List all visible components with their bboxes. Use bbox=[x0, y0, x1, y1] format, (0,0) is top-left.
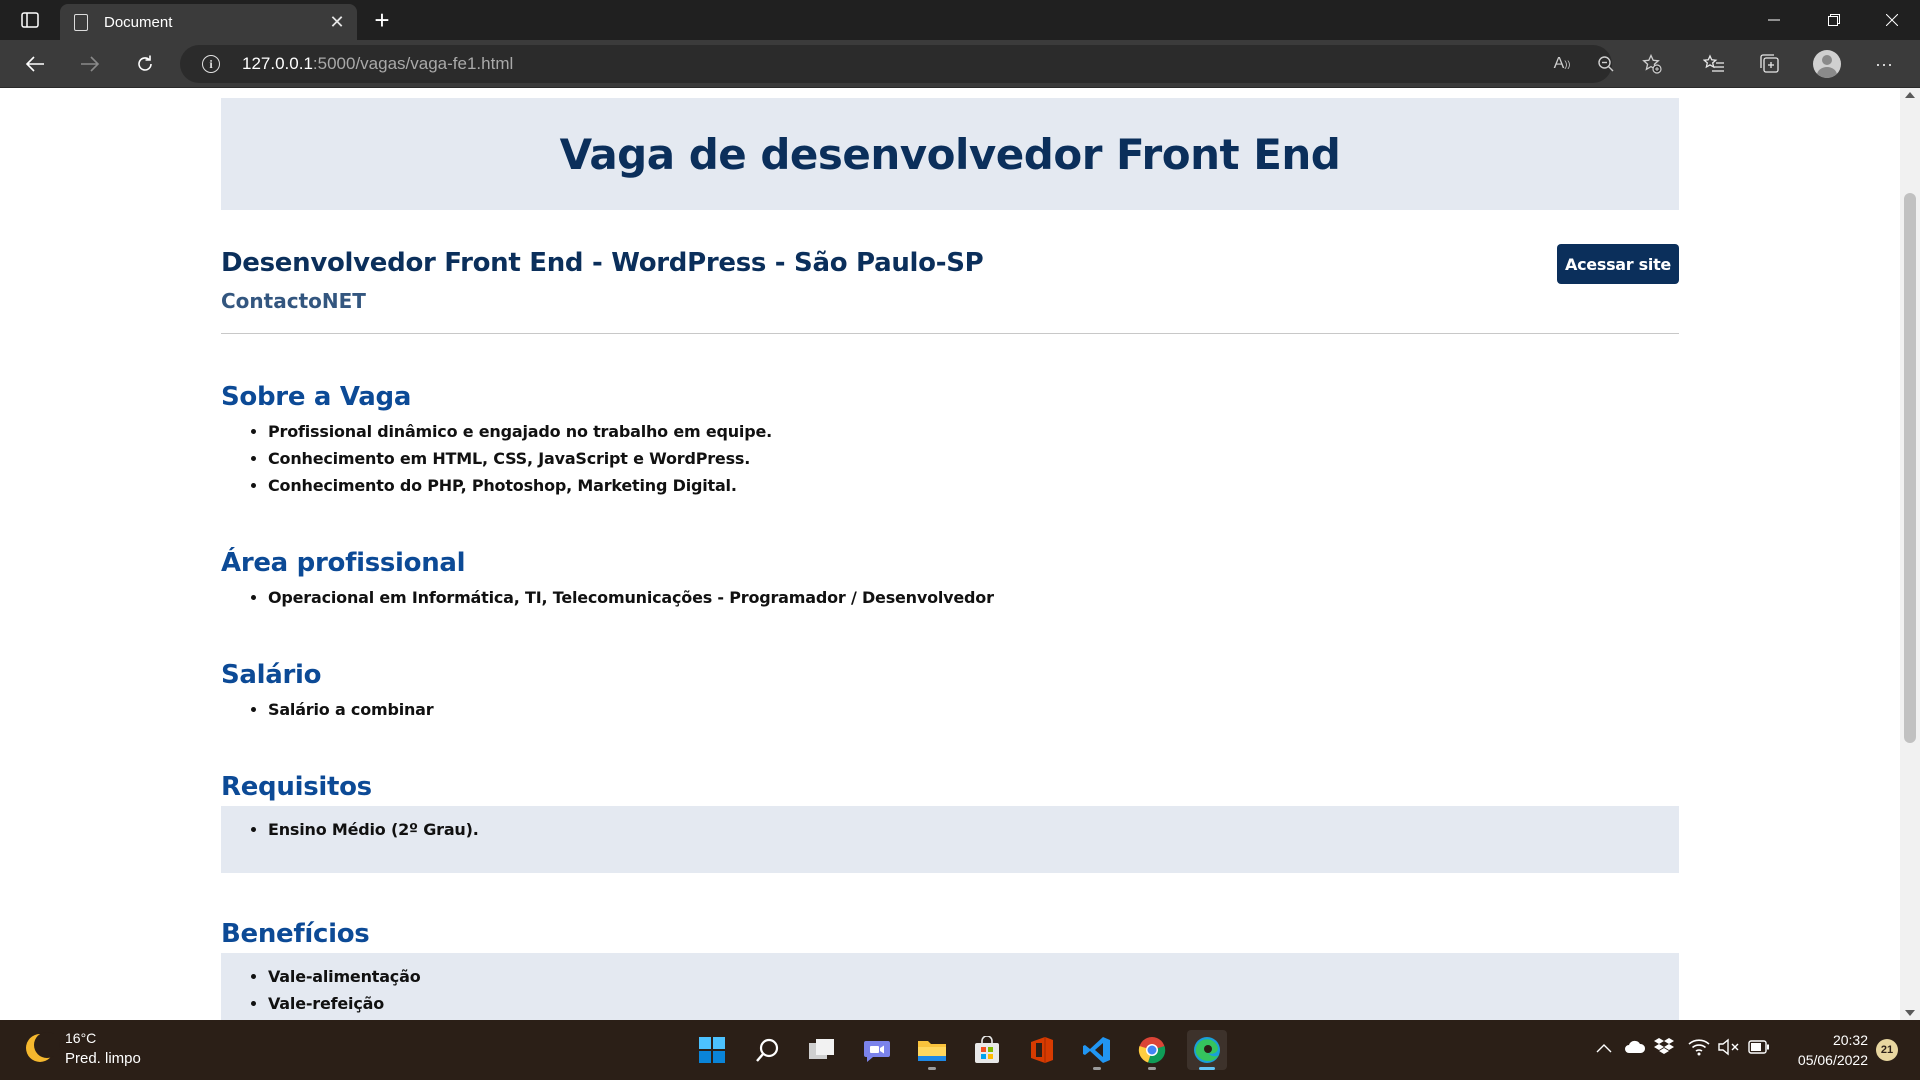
refresh-icon[interactable] bbox=[127, 48, 163, 80]
section-title: Sobre a Vaga bbox=[221, 382, 412, 412]
list-item: Vale-refeição bbox=[268, 990, 1679, 1017]
section-title: Salário bbox=[221, 660, 322, 690]
volume-muted-icon[interactable] bbox=[1718, 1038, 1740, 1060]
job-title: Desenvolvedor Front End - WordPress - Sã… bbox=[221, 248, 984, 278]
section-professional-area: Área profissional Operacional em Informá… bbox=[221, 548, 1679, 611]
about-list: Profissional dinâmico e engajado no trab… bbox=[268, 418, 1679, 499]
job-page: Vaga de desenvolvedor Front End Desenvol… bbox=[221, 98, 1679, 1020]
scroll-up-icon[interactable] bbox=[1905, 92, 1915, 98]
read-aloud-icon[interactable]: A)) bbox=[1550, 54, 1574, 74]
edge-icon[interactable] bbox=[1187, 1030, 1227, 1070]
add-favorite-icon[interactable] bbox=[1640, 54, 1664, 74]
page-title: Vaga de desenvolvedor Front End bbox=[559, 129, 1341, 179]
list-item: Vale-alimentação bbox=[268, 963, 1679, 990]
task-view-icon[interactable] bbox=[802, 1030, 842, 1070]
address-bar[interactable]: i 127.0.0.1:5000/vagas/vaga-fe1.html A)) bbox=[180, 45, 1662, 83]
list-item: Conhecimento do PHP, Photoshop, Marketin… bbox=[268, 472, 1679, 499]
salary-list: Salário a combinar bbox=[268, 696, 1679, 723]
zoom-out-icon[interactable] bbox=[1594, 54, 1618, 74]
restore-icon[interactable] bbox=[1806, 0, 1862, 40]
notification-badge[interactable]: 21 bbox=[1876, 1039, 1898, 1061]
microsoft-store-icon[interactable] bbox=[967, 1030, 1007, 1070]
section-requirements: Requisitos Ensino Médio (2º Grau). bbox=[221, 772, 1679, 873]
job-header: Desenvolvedor Front End - WordPress - Sã… bbox=[221, 210, 1679, 334]
office-icon[interactable] bbox=[1022, 1030, 1062, 1070]
section-title: Requisitos bbox=[221, 772, 372, 802]
profile-avatar-icon[interactable] bbox=[1813, 50, 1841, 78]
close-tab-icon[interactable]: ✕ bbox=[323, 8, 351, 36]
battery-icon[interactable] bbox=[1748, 1040, 1770, 1058]
scroll-down-icon[interactable] bbox=[1905, 1010, 1915, 1016]
weather-description[interactable]: Pred. limpo bbox=[65, 1050, 141, 1067]
benefits-box: Vale-alimentação Vale-refeição bbox=[221, 953, 1679, 1020]
page-viewport: Vaga de desenvolvedor Front End Desenvol… bbox=[0, 88, 1920, 1020]
wifi-icon[interactable] bbox=[1688, 1038, 1710, 1060]
onedrive-icon[interactable] bbox=[1624, 1040, 1646, 1058]
new-tab-icon[interactable]: + bbox=[368, 5, 396, 35]
list-item: Operacional em Informática, TI, Telecomu… bbox=[268, 584, 1679, 611]
forward-icon[interactable] bbox=[72, 48, 108, 80]
page-header: Vaga de desenvolvedor Front End bbox=[221, 98, 1679, 210]
weather-moon-icon[interactable] bbox=[26, 1032, 60, 1062]
list-item: Salário a combinar bbox=[268, 696, 1679, 723]
teams-chat-icon[interactable] bbox=[857, 1030, 897, 1070]
professional-area-list: Operacional em Informática, TI, Telecomu… bbox=[268, 584, 1679, 611]
show-hidden-icons-icon[interactable] bbox=[1596, 1040, 1612, 1057]
browser-tab[interactable]: Document ✕ bbox=[60, 4, 357, 40]
browser-tab-bar: Document ✕ + bbox=[0, 0, 1920, 40]
tab-actions-icon[interactable] bbox=[18, 8, 42, 32]
file-explorer-icon[interactable] bbox=[912, 1030, 952, 1070]
list-item: Conhecimento em HTML, CSS, JavaScript e … bbox=[268, 445, 1679, 472]
list-item: Ensino Médio (2º Grau). bbox=[268, 816, 1679, 843]
access-site-button[interactable]: Acessar site bbox=[1557, 244, 1679, 284]
section-title: Benefícios bbox=[221, 919, 370, 949]
clock[interactable]: 20:32 05/06/2022 bbox=[1798, 1030, 1868, 1070]
url-text[interactable]: 127.0.0.1:5000/vagas/vaga-fe1.html bbox=[242, 54, 513, 74]
clock-date: 05/06/2022 bbox=[1797, 1052, 1868, 1068]
clock-time: 20:32 bbox=[1832, 1032, 1868, 1048]
document-icon bbox=[74, 13, 88, 31]
start-icon[interactable] bbox=[692, 1030, 732, 1070]
chrome-icon[interactable] bbox=[1132, 1030, 1172, 1070]
favorites-icon[interactable] bbox=[1700, 50, 1728, 78]
scrollbar-thumb[interactable] bbox=[1904, 193, 1916, 743]
browser-toolbar: i 127.0.0.1:5000/vagas/vaga-fe1.html A))… bbox=[0, 40, 1920, 88]
vscode-icon[interactable] bbox=[1077, 1030, 1117, 1070]
page-scrollbar[interactable] bbox=[1900, 88, 1920, 1020]
requirements-box: Ensino Médio (2º Grau). bbox=[221, 806, 1679, 873]
close-window-icon[interactable] bbox=[1864, 0, 1920, 40]
minimize-icon[interactable] bbox=[1746, 0, 1802, 40]
section-benefits: Benefícios Vale-alimentação Vale-refeiçã… bbox=[221, 919, 1679, 1020]
more-options-icon[interactable]: ··· bbox=[1870, 50, 1898, 78]
back-icon[interactable] bbox=[17, 48, 53, 80]
site-info-icon[interactable]: i bbox=[202, 55, 220, 73]
tab-title: Document bbox=[104, 13, 173, 31]
dropbox-icon[interactable] bbox=[1654, 1036, 1674, 1060]
benefits-list: Vale-alimentação Vale-refeição bbox=[268, 963, 1679, 1017]
section-salary: Salário Salário a combinar bbox=[221, 660, 1679, 723]
requirements-list: Ensino Médio (2º Grau). bbox=[268, 816, 1679, 843]
weather-temperature[interactable]: 16°C bbox=[65, 1030, 96, 1046]
section-title: Área profissional bbox=[221, 548, 466, 578]
taskbar: 16°C Pred. limpo 20:32 05/06/2022 21 bbox=[0, 1020, 1920, 1080]
collections-icon[interactable] bbox=[1756, 50, 1784, 78]
company-name: ContactoNET bbox=[221, 289, 366, 313]
list-item: Profissional dinâmico e engajado no trab… bbox=[268, 418, 1679, 445]
section-about: Sobre a Vaga Profissional dinâmico e eng… bbox=[221, 382, 1679, 499]
search-icon[interactable] bbox=[748, 1030, 788, 1070]
